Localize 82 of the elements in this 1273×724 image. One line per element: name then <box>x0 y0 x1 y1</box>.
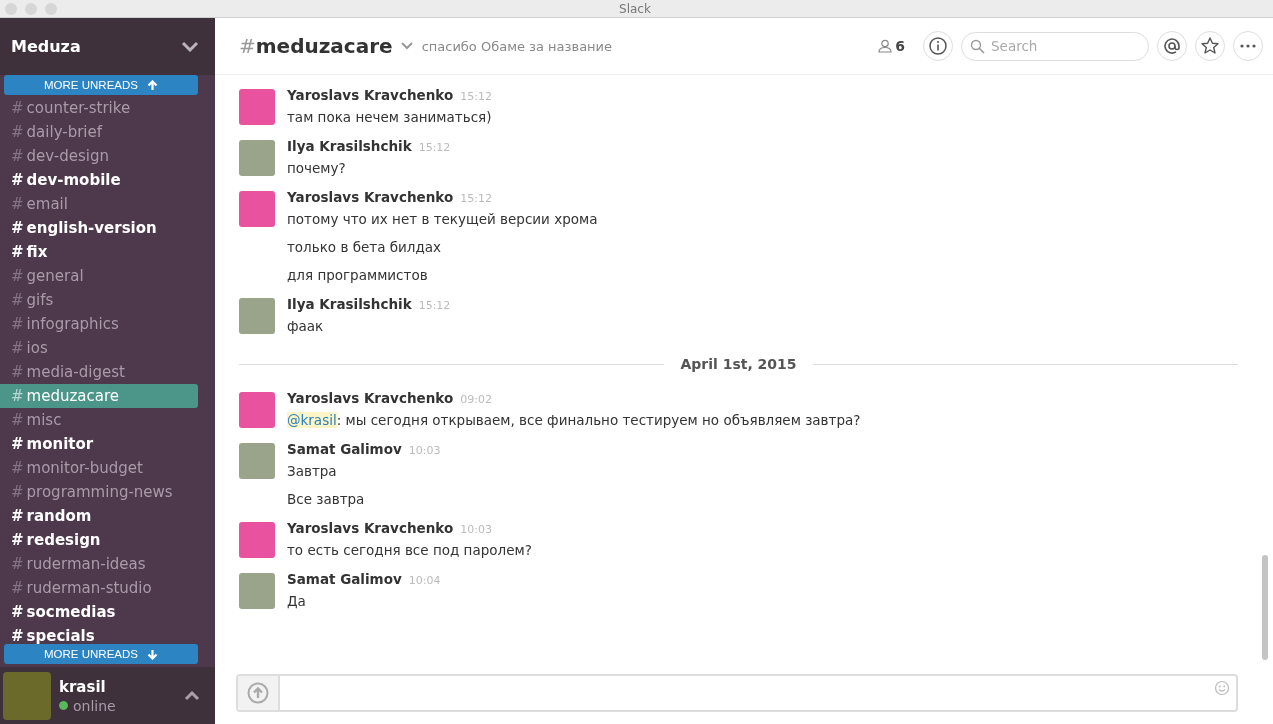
message-text: Все завтра <box>287 490 366 509</box>
message-text: потому что их нет в текущей версии хрома <box>287 210 598 229</box>
channel-item[interactable]: # fix <box>0 240 198 264</box>
arrow-down-icon <box>146 648 158 660</box>
channel-item[interactable]: # programming-news <box>0 480 198 504</box>
chevron-up-icon[interactable] <box>184 690 200 701</box>
smiley-icon[interactable] <box>1214 680 1230 696</box>
channel-item[interactable]: # counter-strike <box>0 96 198 120</box>
message-text: @krasil: мы сегодня открываем, все финально тестируем но объявляем завтра? <box>287 411 861 430</box>
author-name[interactable]: Yaroslavs Kravchenko <box>287 520 454 536</box>
more-unreads-button[interactable]: MORE UNREADS <box>4 75 198 95</box>
more-unreads-button[interactable]: MORE UNREADS <box>4 644 198 664</box>
channel-item[interactable]: # gifs <box>0 288 198 312</box>
date-divider-label: April 1st, 2015 <box>680 356 797 372</box>
message-text: для программистов <box>287 266 429 285</box>
channel-item[interactable]: # meduzacare <box>0 384 198 408</box>
message-text: Да <box>287 592 307 611</box>
channel-item[interactable]: # socmedias <box>0 600 198 624</box>
channel-item[interactable]: # email <box>0 192 198 216</box>
default-avatar[interactable] <box>239 392 275 428</box>
channel-item[interactable]: # misc <box>0 408 198 432</box>
channel-item[interactable]: # monitor <box>0 432 198 456</box>
channel-item[interactable]: # ios <box>0 336 198 360</box>
channel-topic: спасибо Обаме за название <box>421 38 613 54</box>
channel-item[interactable]: # general <box>0 264 198 288</box>
default-avatar[interactable] <box>239 522 275 558</box>
channel-item[interactable]: # infographics <box>0 312 198 336</box>
channel-item[interactable]: # daily-brief <box>0 120 198 144</box>
user-avatar[interactable] <box>3 671 51 720</box>
message-input[interactable] <box>236 674 1238 712</box>
default-avatar[interactable] <box>239 191 275 227</box>
avatar-photo-placeholder[interactable] <box>239 298 275 334</box>
avatar-photo-placeholder[interactable] <box>239 140 275 176</box>
default-avatar[interactable] <box>239 89 275 125</box>
channel-item[interactable]: # monitor-budget <box>0 456 198 480</box>
message-text: там пока нечем заниматься) <box>287 108 492 127</box>
arrow-up-icon <box>146 79 158 91</box>
author-name[interactable]: Samat Galimov <box>287 571 402 587</box>
star-icon <box>1200 36 1220 56</box>
channel-item[interactable]: # redesign <box>0 528 198 552</box>
avatar-photo-placeholder[interactable] <box>239 443 275 479</box>
channel-item[interactable]: # ruderman-ideas <box>0 552 198 576</box>
user-status: online <box>73 697 116 714</box>
chevron-down-icon[interactable] <box>400 42 413 50</box>
channel-item[interactable]: # dev-design <box>0 144 198 168</box>
person-icon <box>878 39 893 53</box>
channel-name[interactable]: #meduzacare <box>239 34 393 58</box>
author-name[interactable]: Ilya Krasilshchik <box>287 296 412 312</box>
at-sign-icon <box>1163 37 1181 55</box>
message-text: почему? <box>287 159 347 178</box>
user-name: krasil <box>59 677 107 696</box>
member-count[interactable]: 6 <box>895 38 905 54</box>
channel-item[interactable]: # ruderman-studio <box>0 576 198 600</box>
message-text: фаак <box>287 317 325 336</box>
starred-button[interactable] <box>1195 31 1225 61</box>
author-name[interactable]: Yaroslavs Kravchenko <box>287 87 454 103</box>
avatar-photo-placeholder[interactable] <box>239 573 275 609</box>
author-name[interactable]: Yaroslavs Kravchenko <box>287 390 454 406</box>
message-text: только в бета билдах <box>287 238 443 257</box>
author-name[interactable]: Yaroslavs Kravchenko <box>287 189 454 205</box>
info-button[interactable] <box>923 31 953 61</box>
ellipsis-icon <box>1240 44 1256 48</box>
channel-item[interactable]: # random <box>0 504 198 528</box>
mentions-button[interactable] <box>1157 31 1187 61</box>
team-header[interactable]: Meduza <box>0 18 215 75</box>
channel-item[interactable]: # english-version <box>0 216 198 240</box>
window-title: Slack <box>618 1 652 16</box>
channel-item[interactable]: # dev-mobile <box>0 168 198 192</box>
message-text: то есть сегодня все под паролем? <box>287 541 532 560</box>
message-text: Завтра <box>287 462 338 481</box>
search-icon <box>970 38 985 54</box>
mention-link[interactable]: @krasil <box>287 412 337 428</box>
upload-button[interactable] <box>238 676 280 710</box>
search-field[interactable]: Search <box>961 31 1149 61</box>
chevron-down-icon <box>181 41 199 52</box>
author-name[interactable]: Samat Galimov <box>287 441 402 457</box>
channel-item[interactable]: # media-digest <box>0 360 198 384</box>
scrollbar-thumb[interactable] <box>1262 555 1268 660</box>
more-options-button[interactable] <box>1233 31 1263 61</box>
channel-item[interactable]: # specials <box>0 624 198 644</box>
author-name[interactable]: Ilya Krasilshchik <box>287 138 412 154</box>
info-icon <box>929 37 947 55</box>
